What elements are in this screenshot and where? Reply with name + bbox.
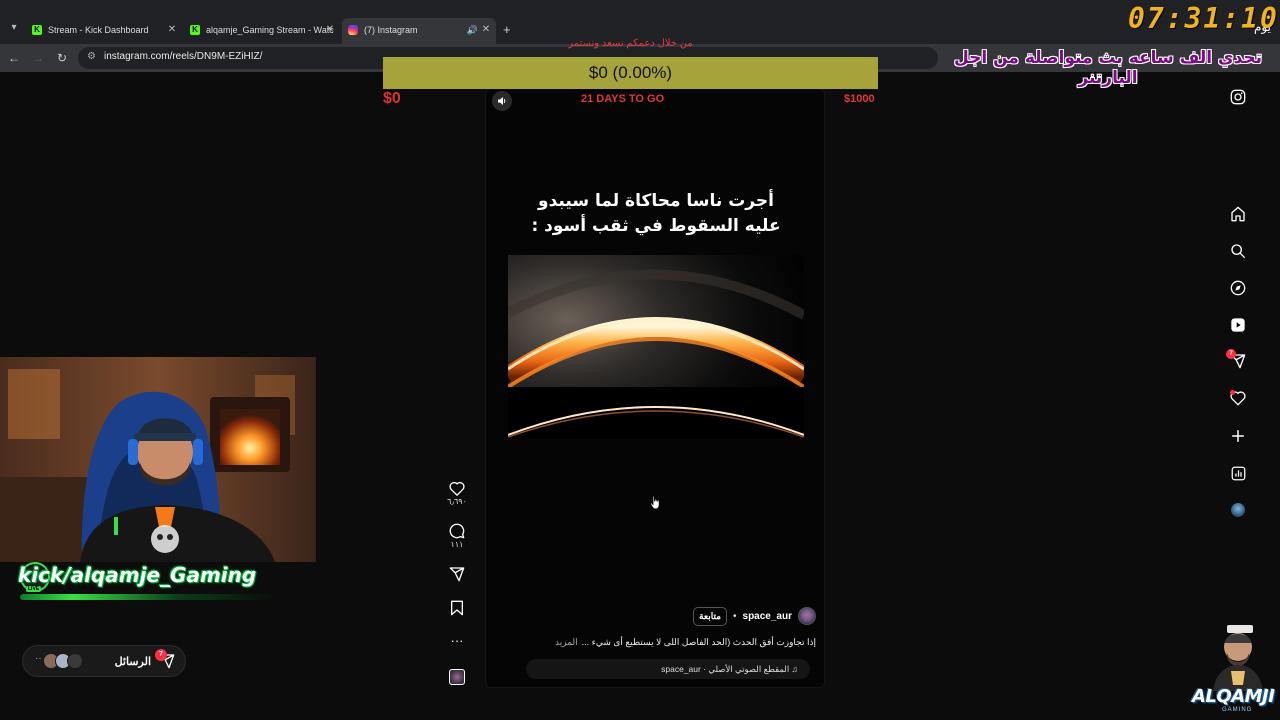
donation-caption: من خلال دعمكم نسعد ونستمر: [568, 38, 693, 49]
donation-start-amount: $0: [383, 90, 401, 107]
search-icon[interactable]: [1228, 241, 1248, 261]
speaker-icon: [498, 97, 506, 105]
tab-kick-dashboard[interactable]: K Stream - Kick Dashboard ✕: [32, 20, 178, 40]
dashboard-icon[interactable]: [1228, 463, 1248, 483]
author-avatar[interactable]: [798, 607, 816, 625]
tab-title: alqamje_Gaming Stream - Watc: [206, 25, 334, 35]
reels-icon[interactable]: [1228, 315, 1248, 335]
heart-icon: [449, 481, 465, 496]
messages-pill[interactable]: الرسائل 7 ··: [22, 645, 186, 677]
create-icon[interactable]: [1228, 426, 1248, 446]
stream-timer-suffix: يوم: [1254, 20, 1271, 34]
reel-caption[interactable]: إذا تجاوزت أفق الحدث (الحد الفاصل اللى ل…: [555, 637, 816, 648]
comment-button[interactable]: ١١١: [447, 523, 467, 549]
audio-thumbnail[interactable]: [447, 669, 467, 685]
audio-title: المقطع الصوتي الأصلي · space_aur: [661, 664, 790, 674]
tab-kick-stream[interactable]: K alqamje_Gaming Stream - Watc ✕: [190, 20, 336, 40]
messages-label: الرسائل: [114, 656, 151, 668]
author-username[interactable]: space_aur: [743, 611, 792, 622]
profile-icon[interactable]: [1228, 500, 1248, 520]
tab-title: (7) Instagram: [364, 25, 418, 35]
share-button[interactable]: [447, 566, 467, 582]
comment-icon: [449, 523, 465, 539]
reel-audio-pill[interactable]: ♫ المقطع الصوتي الأصلي · space_aur: [526, 659, 810, 679]
instagram-logo-icon[interactable]: [1228, 87, 1248, 107]
donation-days-left: 21 DAYS TO GO: [581, 93, 665, 105]
reload-icon[interactable]: ↻: [54, 50, 70, 66]
messages-badge: 7: [155, 649, 167, 661]
audio-playing-icon[interactable]: 🔊: [467, 20, 478, 40]
donation-progress-text: $0 (0.00%): [588, 63, 673, 82]
explore-icon[interactable]: [1228, 278, 1248, 298]
kick-icon: K: [32, 25, 42, 35]
more-options-icon[interactable]: ···: [447, 634, 467, 648]
donation-goal-bar: $0 (0.00%): [383, 57, 878, 89]
donation-target-amount: $1000: [844, 93, 875, 105]
challenge-banner: تحدي الف ساعه بث متواصلة من اجل البارتنر: [953, 48, 1263, 88]
reel-info: space_aur • متابعة إذا تجاوزت أفق الحدث …: [486, 593, 826, 689]
comment-count: ١١١: [450, 540, 464, 549]
avatar: [67, 653, 83, 669]
music-note-icon: ♫: [789, 664, 798, 674]
caption-more-link[interactable]: المزيد: [555, 637, 578, 647]
save-button[interactable]: [447, 600, 467, 616]
share-icon: [449, 567, 465, 582]
channel-logo: ALQAMJI: [1192, 686, 1275, 707]
close-tab-icon[interactable]: ✕: [480, 20, 492, 40]
headline-line: عليه السقوط في ثقب أسود :: [531, 216, 781, 236]
notification-dot: [1230, 390, 1235, 395]
reel-headline: أجرت ناسا محاكاة لما سيبدو عليه السقوط ف…: [516, 189, 796, 239]
tab-search-icon[interactable]: ▾: [6, 20, 22, 36]
home-icon[interactable]: [1228, 204, 1248, 224]
instagram-icon: [348, 25, 358, 35]
mute-toggle[interactable]: [492, 91, 512, 111]
site-info-icon[interactable]: ⚙: [87, 51, 96, 62]
tab-title: Stream - Kick Dashboard: [48, 25, 149, 35]
forward-icon[interactable]: →: [30, 50, 46, 66]
close-tab-icon[interactable]: ✕: [324, 20, 336, 40]
like-count: ٦٫٦٩٠: [447, 497, 467, 506]
black-hole-simulation-image: [508, 255, 804, 439]
back-icon[interactable]: ←: [6, 50, 22, 66]
reel-player[interactable]: أجرت ناسا محاكاة لما سيبدو عليه السقوط ف…: [485, 88, 825, 688]
close-tab-icon[interactable]: ✕: [166, 20, 178, 40]
handle-underline: [20, 594, 282, 600]
streamer-webcam-image: [0, 357, 316, 562]
mouse-cursor-icon: [650, 495, 660, 510]
channel-mascot-image: [1213, 625, 1263, 691]
kick-handle: kick/alqamje_Gaming: [18, 563, 257, 587]
reel-author-row: space_aur • متابعة: [693, 605, 816, 627]
webcam-feed: [0, 357, 316, 562]
separator-dot: •: [733, 610, 737, 622]
kick-icon: K: [190, 25, 200, 35]
messages-badge: 7: [1226, 349, 1236, 359]
new-tab-icon[interactable]: +: [503, 20, 511, 40]
message-avatars: [43, 653, 83, 669]
bookmark-icon: [450, 600, 463, 616]
like-button[interactable]: ٦٫٦٩٠: [447, 481, 467, 506]
more-dots-icon: ··: [35, 653, 42, 664]
messages-icon[interactable]: 7: [1226, 349, 1248, 371]
audio-cover-icon: [449, 669, 465, 685]
channel-logo-sub: GAMING: [1222, 707, 1253, 713]
follow-button[interactable]: متابعة: [693, 606, 727, 626]
headline-line: أجرت ناسا محاكاة لما سيبدو: [538, 191, 774, 211]
notifications-icon[interactable]: [1228, 388, 1248, 408]
caption-text: إذا تجاوزت أفق الحدث (الحد الفاصل اللى ل…: [581, 637, 816, 647]
url-text: instagram.com/reels/DN9M-EZiHIZ/: [104, 51, 263, 62]
